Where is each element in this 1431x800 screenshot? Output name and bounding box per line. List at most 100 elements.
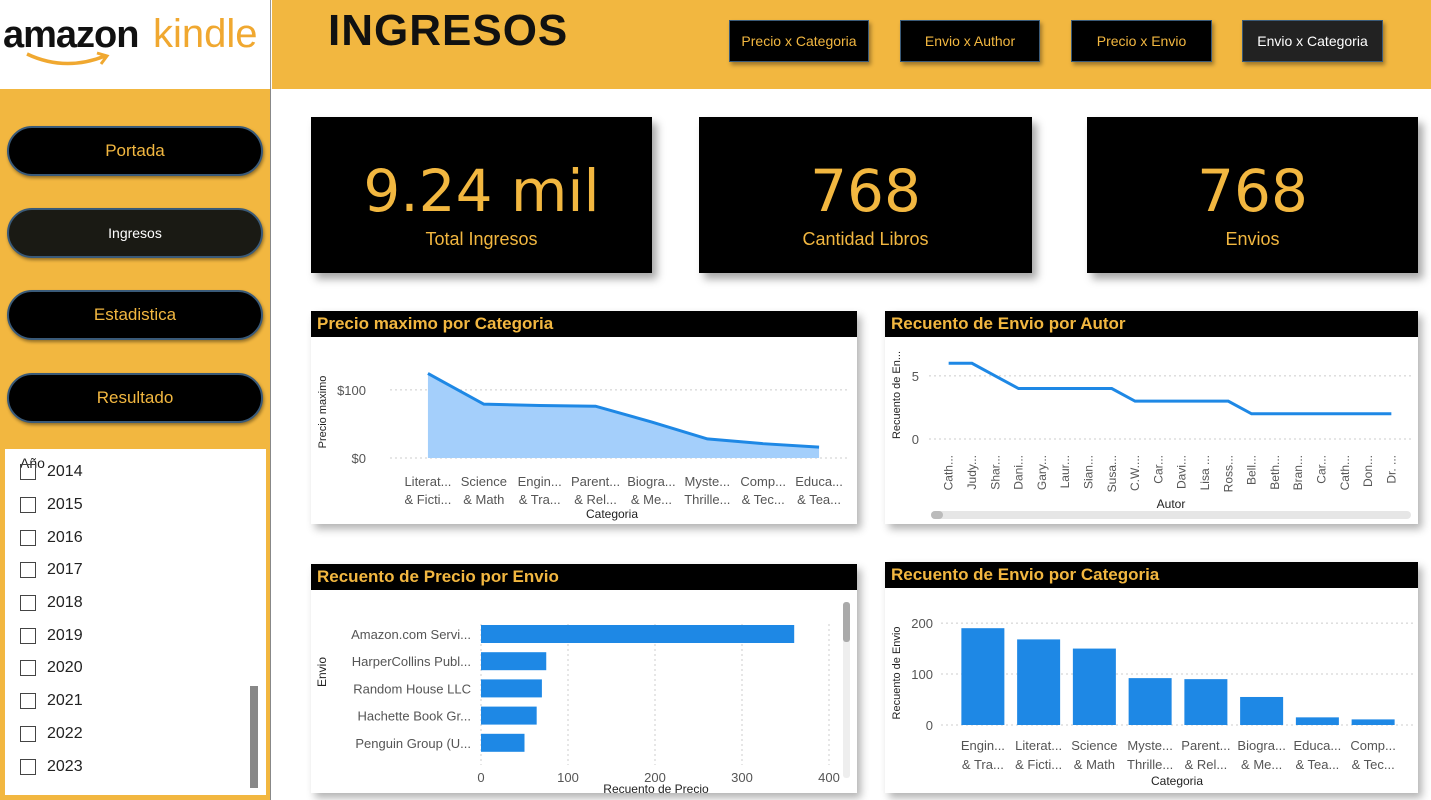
x-tick-label: Lisa ... bbox=[1198, 455, 1212, 490]
x-tick-label: & Rel... bbox=[574, 492, 617, 507]
line-chart: 0 5 Cath... Judy... Shar... Dani... Gary... Lau… bbox=[891, 351, 1413, 519]
year-label: 2021 bbox=[47, 692, 83, 710]
checkbox[interactable] bbox=[20, 562, 36, 579]
x-axis-label: Autor bbox=[1157, 497, 1186, 511]
checkbox[interactable] bbox=[20, 595, 36, 612]
sidebar-estadistica-button[interactable]: Estadistica bbox=[7, 290, 263, 340]
x-tick-label: Car... bbox=[1151, 455, 1165, 484]
year-option[interactable]: 2014 bbox=[20, 456, 240, 489]
x-tick-label: Dr. ... bbox=[1384, 455, 1398, 484]
x-tick-label: C.W.... bbox=[1128, 455, 1142, 491]
sidebar-resultado-button[interactable]: Resultado bbox=[7, 373, 263, 423]
x-tick-label: Davi... bbox=[1175, 455, 1189, 489]
page-title: INGRESOS bbox=[328, 6, 569, 55]
bar bbox=[481, 625, 795, 643]
year-label: 2017 bbox=[47, 561, 83, 579]
area-fill bbox=[427, 373, 820, 458]
x-tick-label: Science bbox=[1071, 738, 1117, 753]
x-tick-label: Don... bbox=[1361, 455, 1375, 487]
x-tick-label: Myste... bbox=[1127, 738, 1173, 753]
x-tick-label: & Tea... bbox=[797, 492, 841, 507]
horizontal-bar-chart: 0 100 200 300 400Amazon.com Servi...HarperCo… bbox=[315, 602, 850, 796]
year-option[interactable]: 2022 bbox=[20, 718, 240, 751]
x-tick-label: Bran... bbox=[1291, 455, 1305, 490]
chart-title: Precio maximo por Categoria bbox=[311, 311, 857, 337]
kpi-value: 768 bbox=[810, 157, 921, 225]
nav-envio-x-categoria-button[interactable]: Envio x Categoria bbox=[1242, 20, 1383, 62]
x-tick-label: Shar... bbox=[988, 455, 1002, 490]
year-option[interactable]: 2021 bbox=[20, 685, 240, 718]
x-tick-label: Cath... bbox=[1338, 455, 1352, 490]
x-tick-label: Comp... bbox=[740, 474, 786, 489]
year-option[interactable]: 2016 bbox=[20, 521, 240, 554]
year-label: 2022 bbox=[47, 724, 83, 742]
x-tick-label: Bell... bbox=[1245, 455, 1259, 485]
bar bbox=[1184, 679, 1228, 725]
kpi-label: Total Ingresos bbox=[425, 229, 538, 249]
chart-precio-maximo-por-categoria: Precio maximo por Categoria $0 $100 Litera… bbox=[311, 311, 857, 524]
year-label: 2019 bbox=[47, 626, 83, 644]
chart-recuento-envio-por-categoria: Recuento de Envio por Categoria 0 100 200 E… bbox=[885, 562, 1418, 793]
year-option[interactable]: 2018 bbox=[20, 587, 240, 620]
sidebar-ingresos-button[interactable]: Ingresos bbox=[7, 208, 263, 258]
x-tick-label: Science bbox=[461, 474, 507, 489]
checkbox[interactable] bbox=[20, 497, 36, 514]
sidebar-portada-button[interactable]: Portada bbox=[7, 126, 263, 176]
x-tick-label: Myste... bbox=[685, 474, 731, 489]
bar bbox=[481, 733, 525, 752]
header-bar: INGRESOS Precio x Categoria Envio x Auth… bbox=[272, 0, 1431, 89]
kpi-label: Cantidad Libros bbox=[802, 229, 929, 249]
y-tick-label: Hachette Book Gr... bbox=[358, 709, 471, 724]
year-label: 2023 bbox=[47, 757, 83, 775]
bar bbox=[1240, 696, 1284, 725]
x-tick-label: Judy... bbox=[965, 455, 979, 489]
checkbox[interactable] bbox=[20, 529, 36, 546]
checkbox[interactable] bbox=[20, 464, 36, 481]
x-axis-label: Categoria bbox=[1151, 774, 1203, 788]
x-tick-label: Beth... bbox=[1268, 455, 1282, 490]
chart-title: Recuento de Envio por Autor bbox=[885, 311, 1418, 337]
x-tick-label: 300 bbox=[731, 770, 753, 785]
x-tick-label: & Me... bbox=[631, 492, 672, 507]
x-tick-label: Dani... bbox=[1012, 455, 1026, 490]
nav-envio-x-author-button[interactable]: Envio x Author bbox=[900, 20, 1040, 62]
x-tick-label: & Math bbox=[463, 492, 504, 507]
y-tick-label: 0 bbox=[912, 432, 919, 447]
x-tick-label: Gary... bbox=[1035, 455, 1049, 490]
x-tick-label: Parent... bbox=[571, 474, 620, 489]
kpi-envios: 768 Envios bbox=[1087, 117, 1418, 273]
y-tick-label: 100 bbox=[911, 667, 933, 682]
y-tick-label: 200 bbox=[911, 616, 933, 631]
year-option[interactable]: 2020 bbox=[20, 652, 240, 685]
checkbox[interactable] bbox=[20, 693, 36, 710]
bar bbox=[481, 679, 542, 698]
chart-title: Recuento de Precio por Envio bbox=[311, 564, 857, 590]
bar bbox=[481, 706, 537, 725]
year-label: 2014 bbox=[47, 463, 83, 481]
bar bbox=[1072, 648, 1116, 725]
scrollbar-thumb bbox=[931, 511, 943, 519]
checkbox[interactable] bbox=[20, 758, 36, 775]
checkbox[interactable] bbox=[20, 660, 36, 677]
x-tick-label: Thrille... bbox=[1127, 757, 1173, 772]
chart-title: Recuento de Envio por Categoria bbox=[885, 562, 1418, 588]
nav-precio-x-envio-button[interactable]: Precio x Envio bbox=[1071, 20, 1212, 62]
y-tick-label: 0 bbox=[926, 718, 933, 733]
year-option[interactable]: 2017 bbox=[20, 554, 240, 587]
slicer-scrollbar[interactable] bbox=[250, 686, 258, 788]
x-tick-label: & Tra... bbox=[962, 757, 1004, 772]
bar bbox=[961, 628, 1005, 725]
x-tick-label: & Ficti... bbox=[404, 492, 451, 507]
x-tick-label: Ross... bbox=[1221, 455, 1235, 492]
y-tick-label: HarperCollins Publ... bbox=[352, 654, 471, 669]
x-tick-label: & Tea... bbox=[1295, 757, 1339, 772]
nav-precio-x-categoria-button[interactable]: Precio x Categoria bbox=[729, 20, 869, 62]
x-tick-label: Literat... bbox=[404, 474, 451, 489]
year-option[interactable]: 2015 bbox=[20, 489, 240, 522]
checkbox[interactable] bbox=[20, 627, 36, 644]
y-tick-label: $100 bbox=[337, 383, 366, 398]
year-option[interactable]: 2023 bbox=[20, 750, 240, 783]
year-option[interactable]: 2019 bbox=[20, 619, 240, 652]
checkbox[interactable] bbox=[20, 725, 36, 742]
bar bbox=[1017, 639, 1061, 725]
